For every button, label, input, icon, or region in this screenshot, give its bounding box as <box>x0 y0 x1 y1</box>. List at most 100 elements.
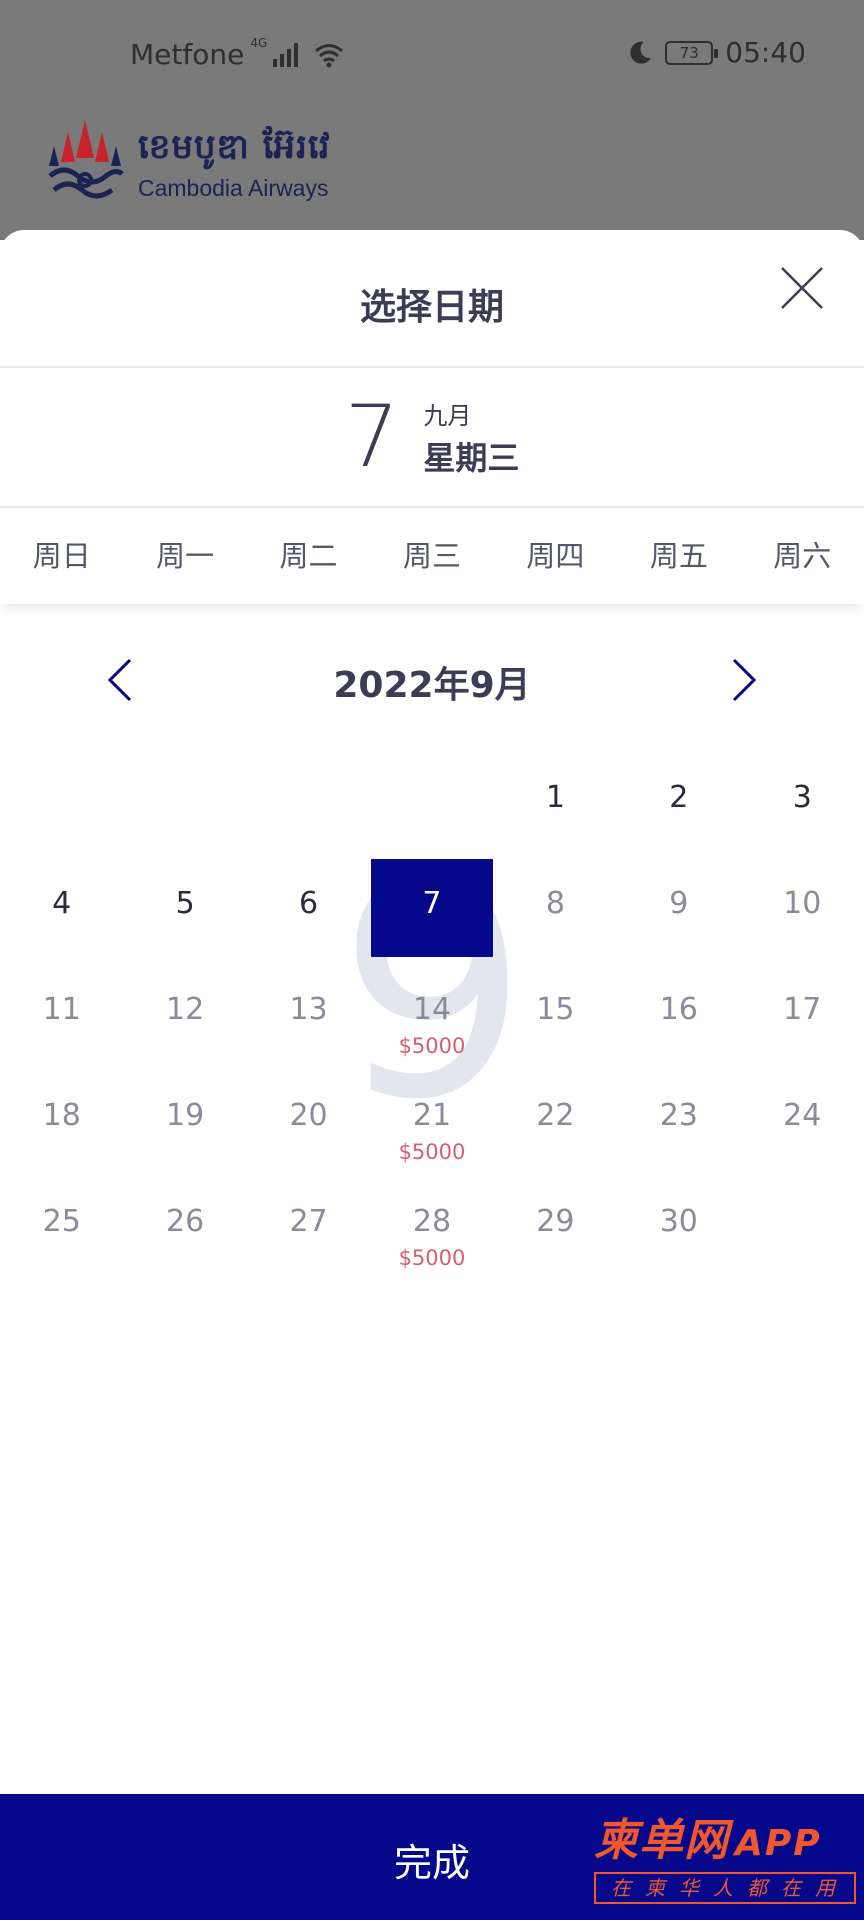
calendar-day-number: 29 <box>536 1204 575 1239</box>
calendar-day[interactable]: 8 <box>494 860 617 966</box>
calendar-week-row: 11 12 13 14 $5000 15 16 17 <box>0 966 864 1072</box>
calendar-day-number: 5 <box>175 886 195 921</box>
selected-date-display: 7 九月 星期三 <box>0 368 864 508</box>
calendar-empty-cell <box>123 754 246 860</box>
calendar-day-number: 11 <box>42 992 81 1027</box>
selected-date-meta: 九月 星期三 <box>423 396 519 479</box>
calendar-day-number: 25 <box>42 1204 81 1239</box>
network-type: 4G <box>250 35 268 50</box>
chevron-right-icon[interactable] <box>724 656 764 704</box>
close-icon[interactable] <box>778 264 826 312</box>
calendar-day[interactable]: 1 <box>494 754 617 860</box>
calendar-empty-cell <box>370 754 493 860</box>
calendar-day-price: $5000 <box>398 1140 466 1164</box>
calendar-day[interactable]: 11 <box>0 966 123 1072</box>
calendar-day-selected[interactable]: 7 <box>370 859 493 966</box>
sheet-title: 选择日期 <box>359 287 504 328</box>
weekday-fri: 周五 <box>649 539 708 573</box>
calendar-weeks: 1 2 3 4 5 6 7 8 9 10 11 12 13 14 $5000 15 16 17 18 19 20 21 $5… <box>0 754 864 1284</box>
weekday-sat: 周六 <box>773 539 832 573</box>
calendar-day[interactable]: 21 $5000 <box>370 1072 493 1178</box>
calendar-day[interactable]: 29 <box>494 1178 617 1284</box>
calendar-day[interactable]: 6 <box>247 860 370 966</box>
brand-name: 柬单网 <box>594 1815 729 1866</box>
calendar-day[interactable]: 22 <box>494 1072 617 1178</box>
battery-icon: 73 <box>665 40 719 65</box>
calendar-grid: 9 1 2 3 4 5 6 7 8 9 10 11 12 13 14 $5000 15 16 17 18 19 20 21… <box>0 754 864 1284</box>
status-bar: Metfone 4G 73 05:40 <box>0 0 864 110</box>
signal-icon <box>273 42 299 67</box>
calendar-day-number: 19 <box>166 1098 205 1133</box>
calendar-day-number: 16 <box>659 992 698 1027</box>
calendar-day-number: 20 <box>289 1098 328 1133</box>
calendar-day-number: 8 <box>545 886 565 921</box>
calendar-day-number: 17 <box>783 992 822 1027</box>
calendar-day[interactable]: 9 <box>617 860 740 966</box>
brand-slogan: 在柬华人都在用 <box>594 1872 856 1904</box>
calendar-day[interactable]: 17 <box>741 966 864 1072</box>
calendar-day-number: 13 <box>289 992 328 1027</box>
calendar-day-number: 3 <box>792 780 812 815</box>
calendar-day-number: 12 <box>166 992 205 1027</box>
background-overlay: Metfone 4G 73 05:40 ខេមបូឌា អ៊ែរវេ Cambo… <box>0 0 864 240</box>
calendar-day-number: 27 <box>289 1204 328 1239</box>
calendar-day[interactable]: 10 <box>741 860 864 966</box>
confirm-button[interactable]: 完成 柬单网 APP 在柬华人都在用 <box>0 1794 864 1920</box>
calendar-day-number: 24 <box>783 1098 822 1133</box>
selected-weekday: 星期三 <box>423 438 520 477</box>
calendar-day-number: 14 <box>412 992 452 1027</box>
calendar-day[interactable]: 4 <box>0 860 123 966</box>
calendar-day-number: 10 <box>783 886 822 921</box>
sheet-header: 选择日期 <box>0 230 864 368</box>
calendar-day[interactable]: 12 <box>123 966 246 1072</box>
weekday-mon: 周一 <box>156 539 215 573</box>
calendar-day[interactable]: 15 <box>494 966 617 1072</box>
status-right: 73 05:40 <box>627 36 806 69</box>
calendar-empty-cell <box>0 754 123 860</box>
battery-level: 73 <box>679 43 699 62</box>
calendar-day-number: 18 <box>42 1098 81 1133</box>
calendar-empty-cell <box>247 754 370 860</box>
calendar-day[interactable]: 19 <box>123 1072 246 1178</box>
calendar-day[interactable]: 20 <box>247 1072 370 1178</box>
calendar-day-number: 6 <box>299 886 319 921</box>
weekday-wed: 周三 <box>402 539 461 573</box>
calendar-day[interactable]: 18 <box>0 1072 123 1178</box>
wifi-icon <box>315 43 344 67</box>
calendar-day-price: $5000 <box>398 1034 466 1058</box>
brand-watermark: 柬单网 APP 在柬华人都在用 <box>594 1804 856 1914</box>
calendar-day[interactable]: 28 $5000 <box>370 1178 493 1284</box>
selected-day-number: 7 <box>344 387 400 487</box>
selected-month: 九月 <box>423 401 472 430</box>
calendar-day-number: 9 <box>669 886 689 921</box>
calendar-day[interactable]: 5 <box>123 860 246 966</box>
airline-logo: ខេមបូឌា អ៊ែរវេ Cambodia Airways <box>44 118 331 208</box>
calendar-week-row: 4 5 6 7 8 9 10 <box>0 859 864 966</box>
calendar-empty-cell <box>741 1178 864 1284</box>
carrier-info: Metfone 4G <box>130 35 344 71</box>
calendar-day-number: 30 <box>659 1204 698 1239</box>
calendar-day-number: 7 <box>422 886 442 921</box>
calendar-day[interactable]: 23 <box>617 1072 740 1178</box>
calendar-day-number: 15 <box>536 992 575 1027</box>
calendar-day[interactable]: 13 <box>247 966 370 1072</box>
calendar-day[interactable]: 2 <box>617 754 740 860</box>
calendar-day[interactable]: 3 <box>741 754 864 860</box>
calendar-day[interactable]: 16 <box>617 966 740 1072</box>
weekday-thu: 周四 <box>526 539 585 573</box>
calendar-day-number: 23 <box>659 1098 698 1133</box>
calendar-day[interactable]: 27 <box>247 1178 370 1284</box>
weekday-tue: 周二 <box>279 539 338 573</box>
calendar-day[interactable]: 24 <box>741 1072 864 1178</box>
calendar-day[interactable]: 14 $5000 <box>370 966 493 1072</box>
calendar-day-number: 22 <box>536 1098 575 1133</box>
calendar-day-number: 21 <box>412 1098 452 1133</box>
temple-logo-icon <box>48 120 124 199</box>
calendar-day[interactable]: 30 <box>617 1178 740 1284</box>
calendar-day-number: 28 <box>412 1204 452 1239</box>
calendar-day-number: 1 <box>545 780 565 815</box>
date-picker-sheet: 选择日期 7 九月 星期三 周日 周一 周二 周三 周四 周五 周六 2022年… <box>0 230 864 1920</box>
calendar-day[interactable]: 25 <box>0 1178 123 1284</box>
calendar-week-row: 18 19 20 21 $5000 22 23 24 <box>0 1072 864 1178</box>
calendar-day[interactable]: 26 <box>123 1178 246 1284</box>
